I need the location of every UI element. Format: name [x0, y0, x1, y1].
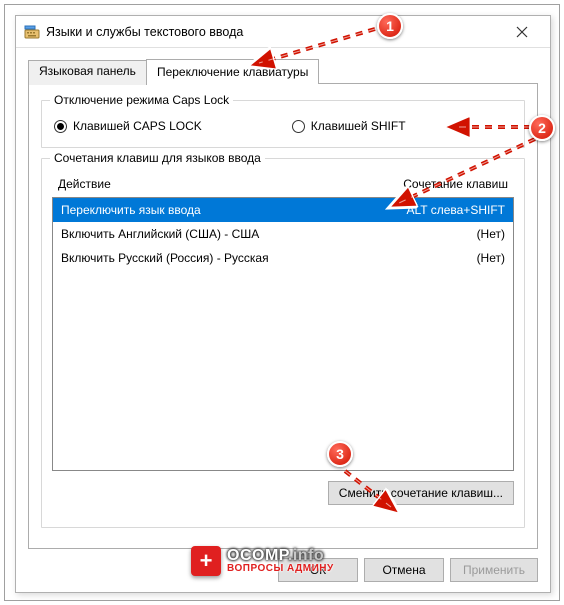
col-keys: Сочетание клавиш [403, 177, 508, 191]
col-action: Действие [58, 177, 111, 191]
radio-shift-label: Клавишей SHIFT [311, 119, 406, 133]
capslock-radio-row: Клавишей CAPS LOCK Клавишей SHIFT [52, 115, 514, 137]
hotkeys-legend: Сочетания клавиш для языков ввода [50, 151, 265, 165]
watermark-text: OCOMP.info ВОПРОСЫ АДМИНУ [227, 548, 334, 574]
tab-panel: Отключение режима Caps Lock Клавишей CAP… [28, 83, 538, 549]
radio-capslock[interactable]: Клавишей CAPS LOCK [54, 119, 202, 133]
callout-badge-3: 3 [327, 441, 353, 467]
hotkey-list[interactable]: Переключить язык ввода ALT слева+SHIFT В… [52, 197, 514, 471]
row-keys: ALT слева+SHIFT [407, 203, 506, 217]
row-keys: (Нет) [477, 227, 505, 241]
capslock-legend: Отключение режима Caps Lock [50, 93, 233, 107]
window-title: Языки и службы текстового ввода [46, 25, 502, 39]
apply-button[interactable]: Применить [450, 558, 538, 582]
callout-badge-1: 1 [377, 13, 403, 39]
titlebar: Языки и службы текстового ввода [16, 16, 550, 48]
tab-language-bar[interactable]: Языковая панель [28, 60, 147, 85]
radio-capslock-label: Клавишей CAPS LOCK [73, 119, 202, 133]
close-button[interactable] [502, 18, 542, 46]
watermark-tagline: ВОПРОСЫ АДМИНУ [227, 564, 334, 574]
row-keys: (Нет) [477, 251, 505, 265]
row-action: Включить Русский (Россия) - Русская [61, 251, 269, 265]
hotkeys-groupbox: Сочетания клавиш для языков ввода Действ… [41, 158, 525, 528]
list-row[interactable]: Переключить язык ввода ALT слева+SHIFT [53, 198, 513, 222]
dialog-window: Языки и службы текстового ввода Языковая… [15, 15, 551, 593]
list-row[interactable]: Включить Русский (Россия) - Русская (Нет… [53, 246, 513, 270]
row-action: Переключить язык ввода [61, 203, 201, 217]
watermark-plus-icon: + [191, 546, 221, 576]
keyboard-icon [24, 24, 40, 40]
callout-badge-2: 2 [529, 115, 555, 141]
radio-shift[interactable]: Клавишей SHIFT [292, 119, 406, 133]
screenshot-frame: Языки и службы текстового ввода Языковая… [4, 4, 560, 601]
capslock-groupbox: Отключение режима Caps Lock Клавишей CAP… [41, 100, 525, 148]
tab-strip: Языковая панель Переключение клавиатуры [28, 58, 538, 83]
watermark: + OCOMP.info ВОПРОСЫ АДМИНУ [191, 546, 334, 576]
radio-dot-icon [54, 120, 67, 133]
list-row[interactable]: Включить Английский (США) - США (Нет) [53, 222, 513, 246]
cancel-button[interactable]: Отмена [364, 558, 444, 582]
tab-keyboard-switch[interactable]: Переключение клавиатуры [146, 59, 319, 84]
radio-dot-icon [292, 120, 305, 133]
list-header: Действие Сочетание клавиш [52, 173, 514, 197]
client-area: Языковая панель Переключение клавиатуры … [16, 48, 550, 592]
row-action: Включить Английский (США) - США [61, 227, 259, 241]
change-hotkey-button[interactable]: Сменить сочетание клавиш... [328, 481, 514, 505]
watermark-brand: OCOMP.info [227, 548, 334, 564]
